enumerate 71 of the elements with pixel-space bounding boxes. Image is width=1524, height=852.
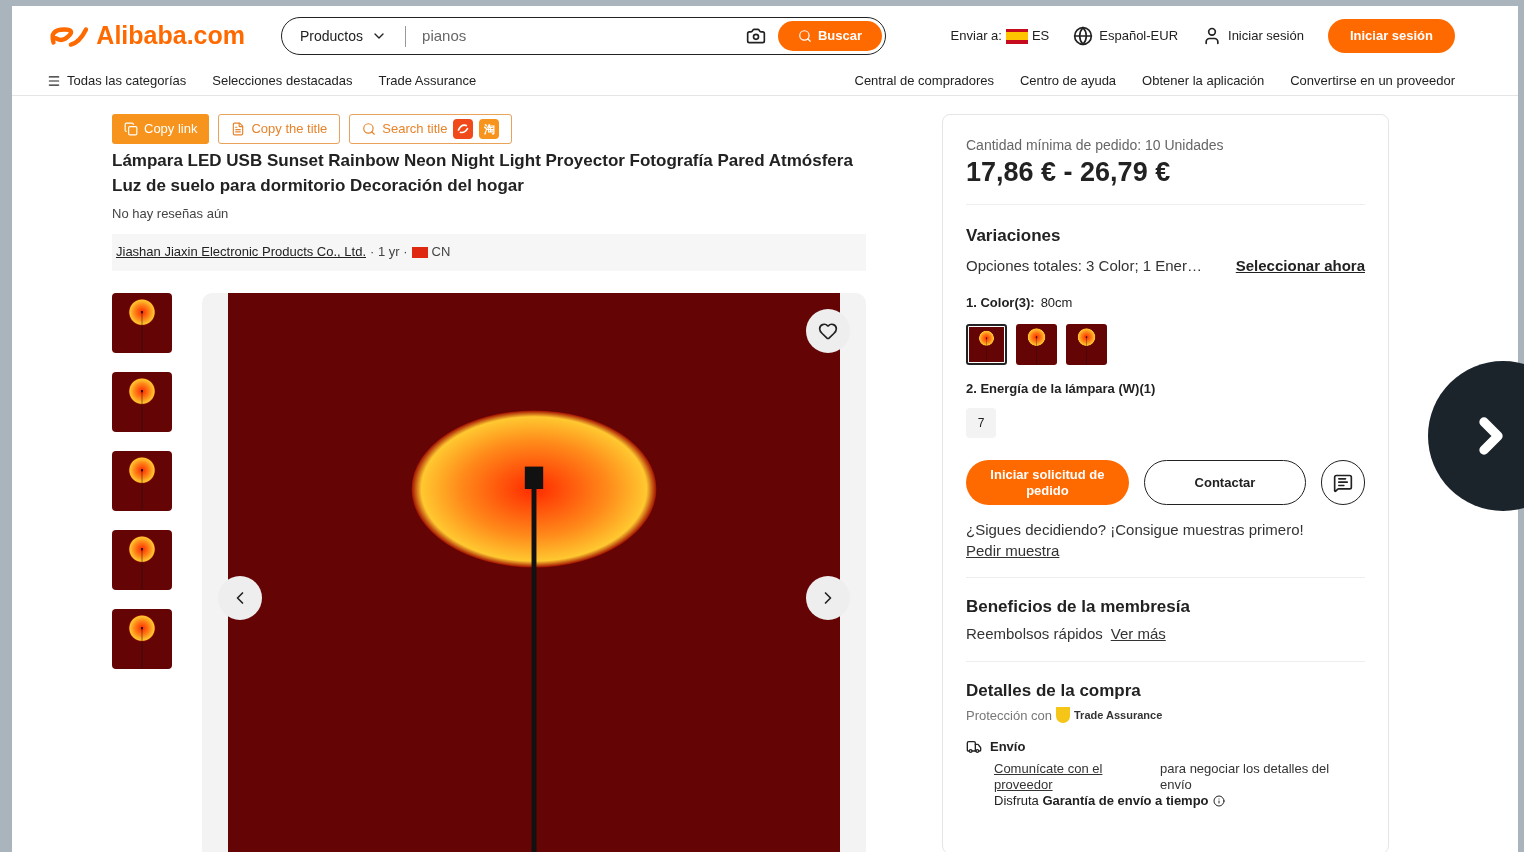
power-option[interactable]: 7 bbox=[966, 408, 996, 438]
shipping-note: para negociar los detalles del envío bbox=[1160, 760, 1331, 793]
product-thumbnail[interactable] bbox=[112, 450, 172, 511]
sample-text: ¿Sigues decidiendo? ¡Consigue muestras primero! Pedir muestra bbox=[966, 520, 1305, 561]
trade-assurance-label: Trade Assurance bbox=[1074, 708, 1163, 723]
variations-heading: Variaciones bbox=[966, 225, 1062, 247]
reviews-text: No hay reseñas aún bbox=[112, 205, 230, 223]
info-icon bbox=[1212, 794, 1225, 807]
camera-icon[interactable] bbox=[745, 26, 766, 46]
taobao-badge: 淘 bbox=[479, 119, 500, 139]
nav-link[interactable]: Todas las categorías bbox=[47, 70, 187, 91]
copy-icon bbox=[124, 122, 138, 136]
lamp-thumbnail-drawing bbox=[112, 529, 172, 590]
lamp-swatch-drawing bbox=[1016, 323, 1057, 365]
lamp-thumbnail-drawing bbox=[112, 292, 172, 353]
search-icon bbox=[797, 29, 812, 43]
min-order-text: Cantidad mínima de pedido: 10 Unidades bbox=[966, 136, 1225, 155]
supplier-years: · 1 yr · bbox=[370, 243, 408, 262]
color-label: 1. Color(3): bbox=[966, 294, 1035, 312]
nav-link[interactable]: Trade Assurance bbox=[378, 70, 477, 91]
spain-flag-icon bbox=[1005, 28, 1028, 44]
protection-text: Protección con bbox=[966, 706, 1052, 725]
menu-icon bbox=[47, 73, 61, 88]
nav-link[interactable]: Obtener la aplicación bbox=[1142, 70, 1265, 91]
product-thumbnail[interactable] bbox=[112, 608, 172, 669]
nav-link[interactable]: Convertirse en un proveedor bbox=[1290, 70, 1455, 91]
lamp-swatch-drawing bbox=[969, 326, 1004, 362]
membership-heading: Beneficios de la membresía bbox=[966, 596, 1191, 618]
color-value: 80cm bbox=[1040, 294, 1073, 312]
see-more-link[interactable]: Ver más bbox=[1110, 622, 1166, 645]
price-range: 17,86 € - 26,79 € bbox=[966, 156, 1172, 188]
search-field[interactable]: pianos bbox=[406, 24, 746, 48]
lamp-thumbnail-drawing bbox=[112, 371, 172, 432]
nav-link[interactable]: Central de compradores bbox=[854, 70, 994, 91]
lamp-thumbnail-drawing bbox=[112, 450, 172, 511]
ship-to-label: Enviar a: bbox=[950, 27, 1002, 46]
heart-icon bbox=[818, 320, 838, 341]
nav-link[interactable]: Centro de ayuda bbox=[1019, 70, 1117, 91]
product-thumbnail[interactable] bbox=[112, 292, 172, 353]
membership-benefit: Reembolsos rápidos bbox=[966, 623, 1103, 644]
search-icon bbox=[362, 122, 377, 136]
lamp-thumbnail-drawing bbox=[112, 608, 172, 669]
product-thumbnail[interactable] bbox=[112, 371, 172, 432]
options-summary: Opciones totales: 3 Color; 1 Ener… bbox=[966, 255, 1202, 276]
country-code: CN bbox=[431, 243, 451, 262]
shield-icon bbox=[1056, 707, 1070, 724]
product-thumbnail[interactable] bbox=[112, 529, 172, 590]
sign-in-link[interactable]: Iniciar sesión bbox=[1202, 26, 1304, 46]
document-icon bbox=[231, 122, 246, 136]
lamp-swatch-drawing bbox=[1066, 323, 1107, 365]
color-swatch[interactable] bbox=[1016, 323, 1057, 365]
color-swatch[interactable] bbox=[1066, 323, 1107, 365]
contact-supplier-link[interactable]: Comunícate con el proveedor bbox=[994, 760, 1144, 793]
logo-icon bbox=[453, 119, 474, 139]
product-title: Lámpara LED USB Sunset Rainbow Neon Night Light Proyector Fotografía Pared Atmósfera Luz de suelo para dormitorio Decoración del hogar bbox=[112, 150, 854, 197]
nav-link[interactable]: Selecciones destacadas bbox=[212, 70, 353, 91]
globe-icon bbox=[1073, 26, 1094, 46]
supplier-link[interactable]: Jiashan Jiaxin Electronic Products Co., Ltd. bbox=[116, 242, 366, 262]
category-dropdown[interactable]: Productos bbox=[300, 25, 407, 47]
language-selector[interactable]: Español-EUR bbox=[1073, 26, 1179, 46]
purchase-heading: Detalles de la compra bbox=[966, 680, 1142, 702]
shipping-label: Envío bbox=[990, 738, 1026, 756]
china-flag-icon bbox=[411, 246, 428, 258]
chat-icon bbox=[1333, 472, 1353, 493]
request-sample-link[interactable]: Pedir muestra bbox=[966, 542, 1060, 559]
truck-icon bbox=[966, 738, 982, 755]
color-swatch[interactable] bbox=[966, 323, 1007, 365]
guarantee-text: Disfruta Garantía de envío a tiempo bbox=[994, 792, 1209, 809]
country-code[interactable]: ES bbox=[1031, 26, 1050, 46]
select-now-link[interactable]: Seleccionar ahora bbox=[1235, 254, 1365, 277]
power-label: 2. Energía de la lámpara (W)(1) bbox=[966, 379, 1157, 398]
